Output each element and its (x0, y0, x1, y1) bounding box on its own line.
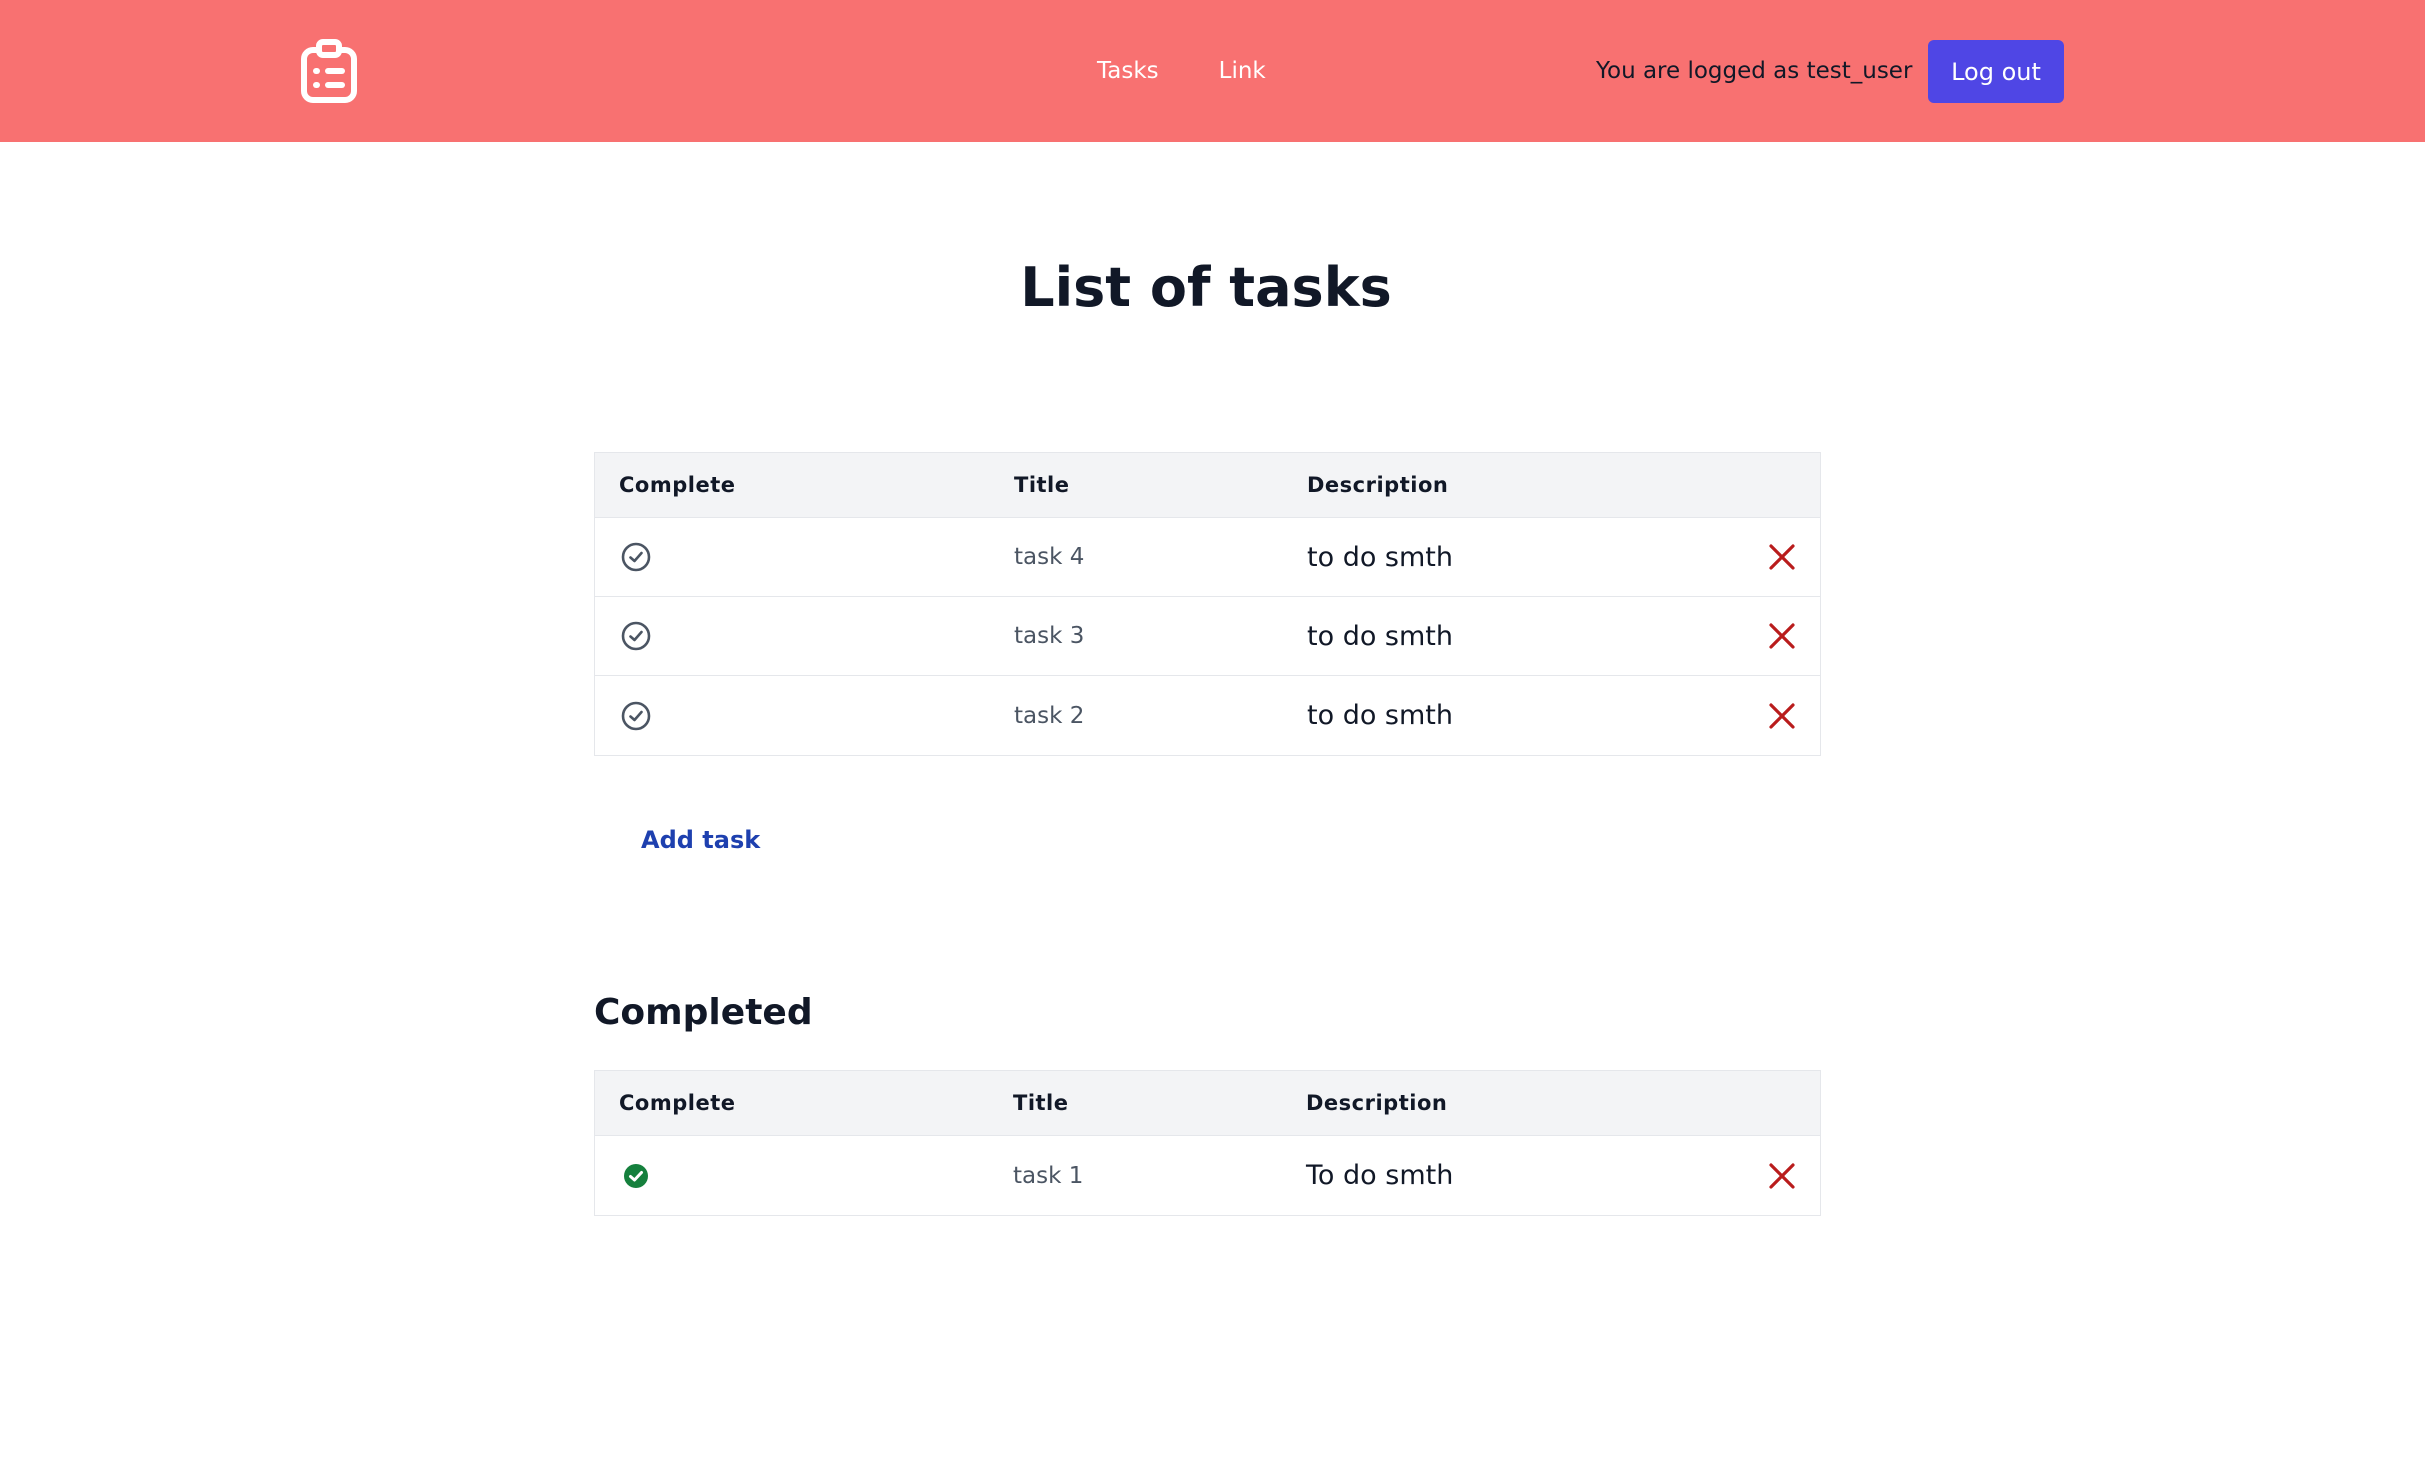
navbar: Tasks Link You are logged as test_user L… (0, 0, 2425, 142)
nav-links: Tasks Link (1097, 0, 1266, 142)
completed-table: Complete Title Description task 1 To do … (594, 1070, 1821, 1216)
table-header: Complete Title Description (595, 453, 1820, 518)
header-complete: Complete (619, 473, 736, 497)
task-title: task 3 (1014, 623, 1085, 649)
completed-section-title: Completed (594, 992, 813, 1033)
check-circle-icon[interactable] (619, 699, 653, 733)
add-task-link[interactable]: Add task (641, 826, 760, 854)
check-circle-filled-icon[interactable] (619, 1159, 653, 1193)
check-circle-icon[interactable] (619, 619, 653, 653)
nav-link-tasks[interactable]: Tasks (1097, 58, 1159, 84)
login-status: You are logged as test_user (1596, 58, 1913, 84)
task-title: task 2 (1014, 702, 1085, 729)
task-description: to do smth (1307, 620, 1453, 652)
table-row: task 2 to do smth (595, 676, 1820, 755)
logout-button[interactable]: Log out (1928, 40, 2064, 103)
page-title: List of tasks (1020, 256, 1392, 319)
header-title: Title (1014, 473, 1070, 497)
delete-x-icon[interactable] (1765, 699, 1799, 733)
table-row: task 1 To do smth (595, 1136, 1820, 1215)
table-row: task 3 to do smth (595, 597, 1820, 676)
task-title: task 4 (1014, 544, 1085, 570)
header-description: Description (1306, 1091, 1448, 1115)
header-title: Title (1013, 1091, 1069, 1115)
check-circle-icon[interactable] (619, 540, 653, 574)
nav-link-link[interactable]: Link (1219, 58, 1266, 84)
tasks-table: Complete Title Description task 4 to do … (594, 452, 1821, 756)
table-row: task 4 to do smth (595, 518, 1820, 597)
clipboard-list-icon[interactable] (300, 38, 358, 104)
header-description: Description (1307, 473, 1449, 497)
task-title: task 1 (1013, 1162, 1084, 1189)
table-header: Complete Title Description (595, 1071, 1820, 1136)
task-description: to do smth (1307, 541, 1453, 573)
delete-x-icon[interactable] (1765, 540, 1799, 574)
task-description: To do smth (1306, 1160, 1454, 1191)
task-description: to do smth (1307, 700, 1453, 731)
header-complete: Complete (619, 1091, 736, 1115)
delete-x-icon[interactable] (1765, 1159, 1799, 1193)
delete-x-icon[interactable] (1765, 619, 1799, 653)
